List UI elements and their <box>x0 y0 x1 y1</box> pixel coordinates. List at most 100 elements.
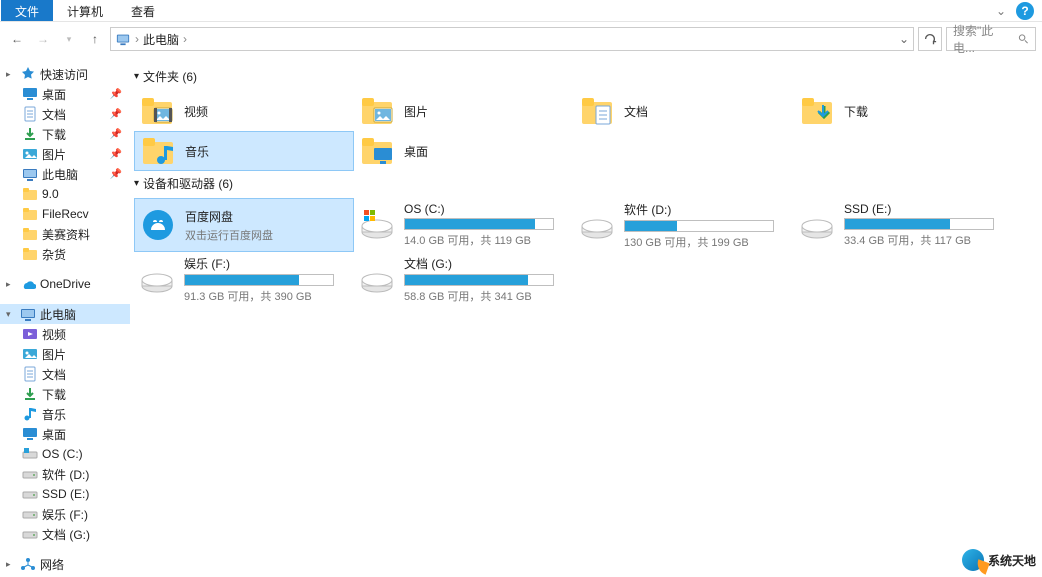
nav-up-icon[interactable]: ↑ <box>84 28 106 50</box>
folder-label: 视频 <box>184 103 208 120</box>
drive-item[interactable]: 百度网盘双击运行百度网盘 <box>134 198 354 252</box>
address-dropdown-icon[interactable]: ⌄ <box>899 32 909 46</box>
tree-item[interactable]: 美赛资料 <box>0 224 130 244</box>
usage-bar <box>404 274 554 286</box>
tree-item[interactable]: 娱乐 (F:) <box>0 504 130 524</box>
address-bar[interactable]: › 此电脑 › ⌄ <box>110 27 914 51</box>
doc-icon <box>580 94 614 128</box>
folder-icon <box>22 226 38 242</box>
drive-sub: 33.4 GB 可用，共 117 GB <box>844 232 1008 248</box>
drive-sub: 130 GB 可用，共 199 GB <box>624 234 788 250</box>
video-icon <box>140 94 174 128</box>
usage-bar <box>624 220 774 232</box>
folder-item[interactable]: 文档 <box>574 91 794 131</box>
drive-sub: 91.3 GB 可用，共 390 GB <box>184 288 348 304</box>
winvol-icon <box>22 446 38 462</box>
drive-item[interactable]: 娱乐 (F:)91.3 GB 可用，共 390 GB <box>134 252 354 306</box>
folder-item[interactable]: 图片 <box>354 91 574 131</box>
tree-item[interactable]: 文档 <box>0 364 130 384</box>
doc-icon <box>22 106 38 122</box>
nav-bar: ← → ▾ ↑ › 此电脑 › ⌄ 搜索"此电... <box>0 22 1042 56</box>
tree-network[interactable]: ▸网络 <box>0 554 130 574</box>
tree-item[interactable]: FileRecv <box>0 204 130 224</box>
winvol-icon <box>360 208 394 242</box>
drive-label: SSD (E:) <box>844 202 1008 216</box>
tree-item[interactable]: 杂货 <box>0 244 130 264</box>
nav-tree: ▸快速访问桌面📌文档📌下载📌图片📌此电脑📌9.0FileRecv美赛资料杂货▸O… <box>0 56 130 577</box>
drive-item[interactable]: OS (C:)14.0 GB 可用，共 119 GB <box>354 198 574 252</box>
help-icon[interactable]: ? <box>1016 2 1034 20</box>
tree-quick-access[interactable]: ▸快速访问 <box>0 64 130 84</box>
tree-item[interactable]: 音乐 <box>0 404 130 424</box>
folder-label: 桌面 <box>404 143 428 160</box>
folder-icon <box>22 246 38 262</box>
tree-this-pc[interactable]: ▾此电脑 <box>0 304 130 324</box>
usage-bar <box>184 274 334 286</box>
tree-item[interactable]: 图片📌 <box>0 144 130 164</box>
watermark-icon <box>962 549 984 571</box>
refresh-button[interactable] <box>918 27 942 51</box>
folder-item[interactable]: 下载 <box>794 91 1014 131</box>
drive-icon <box>360 262 394 296</box>
content-pane: ▾文件夹 (6) 视频 图片 文档 下载音乐 桌面 ▾设备和驱动器 (6) 百度网盘双击… <box>130 56 1042 577</box>
tree-item[interactable]: 9.0 <box>0 184 130 204</box>
folder-item[interactable]: 视频 <box>134 91 354 131</box>
tree-item[interactable]: 下载📌 <box>0 124 130 144</box>
tree-item[interactable]: 文档 (G:) <box>0 524 130 544</box>
tree-item[interactable]: 桌面 <box>0 424 130 444</box>
usage-bar <box>404 218 554 230</box>
drive-item[interactable]: 文档 (G:)58.8 GB 可用，共 341 GB <box>354 252 574 306</box>
group-drives-header[interactable]: ▾设备和驱动器 (6) <box>134 175 1034 192</box>
drive-item[interactable]: SSD (E:) 33.4 GB 可用，共 117 GB <box>794 198 1014 252</box>
folder-item[interactable]: 桌面 <box>354 131 574 171</box>
menu-bar: 文件 计算机 查看 ⌄ ? <box>0 0 1042 22</box>
pin-icon: 📌 <box>110 149 122 160</box>
folder-label: 音乐 <box>185 143 209 160</box>
nav-back-icon[interactable]: ← <box>6 28 28 50</box>
tree-item[interactable]: 下载 <box>0 384 130 404</box>
folder-label: 文档 <box>624 103 648 120</box>
network-icon <box>20 556 36 572</box>
pin-icon: 📌 <box>110 89 122 100</box>
nav-history-icon[interactable]: ▾ <box>58 28 80 50</box>
music-icon <box>141 134 175 168</box>
drive-label: OS (C:) <box>404 202 568 216</box>
tree-item[interactable]: 软件 (D:) <box>0 464 130 484</box>
picture-icon <box>22 146 38 162</box>
drive-item[interactable]: 软件 (D:)130 GB 可用，共 199 GB <box>574 198 794 252</box>
tree-item[interactable]: 视频 <box>0 324 130 344</box>
tree-item[interactable]: SSD (E:) <box>0 484 130 504</box>
pc-icon <box>22 166 38 182</box>
tree-item[interactable]: 桌面📌 <box>0 84 130 104</box>
tree-item[interactable]: 图片 <box>0 344 130 364</box>
pc-icon <box>115 32 131 46</box>
refresh-icon <box>923 32 937 46</box>
drive-label: 百度网盘 <box>185 208 347 225</box>
drive-icon <box>800 208 834 242</box>
desktop-icon <box>360 134 394 168</box>
pc-icon <box>20 306 36 322</box>
tree-onedrive[interactable]: ▸OneDrive <box>0 274 130 294</box>
menu-computer[interactable]: 计算机 <box>53 0 117 21</box>
video-icon <box>22 326 38 342</box>
download-icon <box>22 386 38 402</box>
music-icon <box>22 406 38 422</box>
search-box[interactable]: 搜索"此电... <box>946 27 1036 51</box>
nav-forward-icon: → <box>32 28 54 50</box>
picture-icon <box>22 346 38 362</box>
menu-file[interactable]: 文件 <box>1 0 53 21</box>
drive-icon <box>22 486 38 502</box>
usage-bar <box>844 218 994 230</box>
tree-item[interactable]: 此电脑📌 <box>0 164 130 184</box>
search-placeholder: 搜索"此电... <box>953 22 1010 56</box>
group-folders-header[interactable]: ▾文件夹 (6) <box>134 68 1034 85</box>
star-icon <box>20 66 36 82</box>
folder-item[interactable]: 音乐 <box>134 131 354 171</box>
drive-label: 文档 (G:) <box>404 255 568 272</box>
pin-icon: 📌 <box>110 129 122 140</box>
menu-view[interactable]: 查看 <box>117 0 169 21</box>
ribbon-expand-icon[interactable]: ⌄ <box>990 0 1012 21</box>
address-location: 此电脑 <box>143 31 179 48</box>
tree-item[interactable]: OS (C:) <box>0 444 130 464</box>
tree-item[interactable]: 文档📌 <box>0 104 130 124</box>
